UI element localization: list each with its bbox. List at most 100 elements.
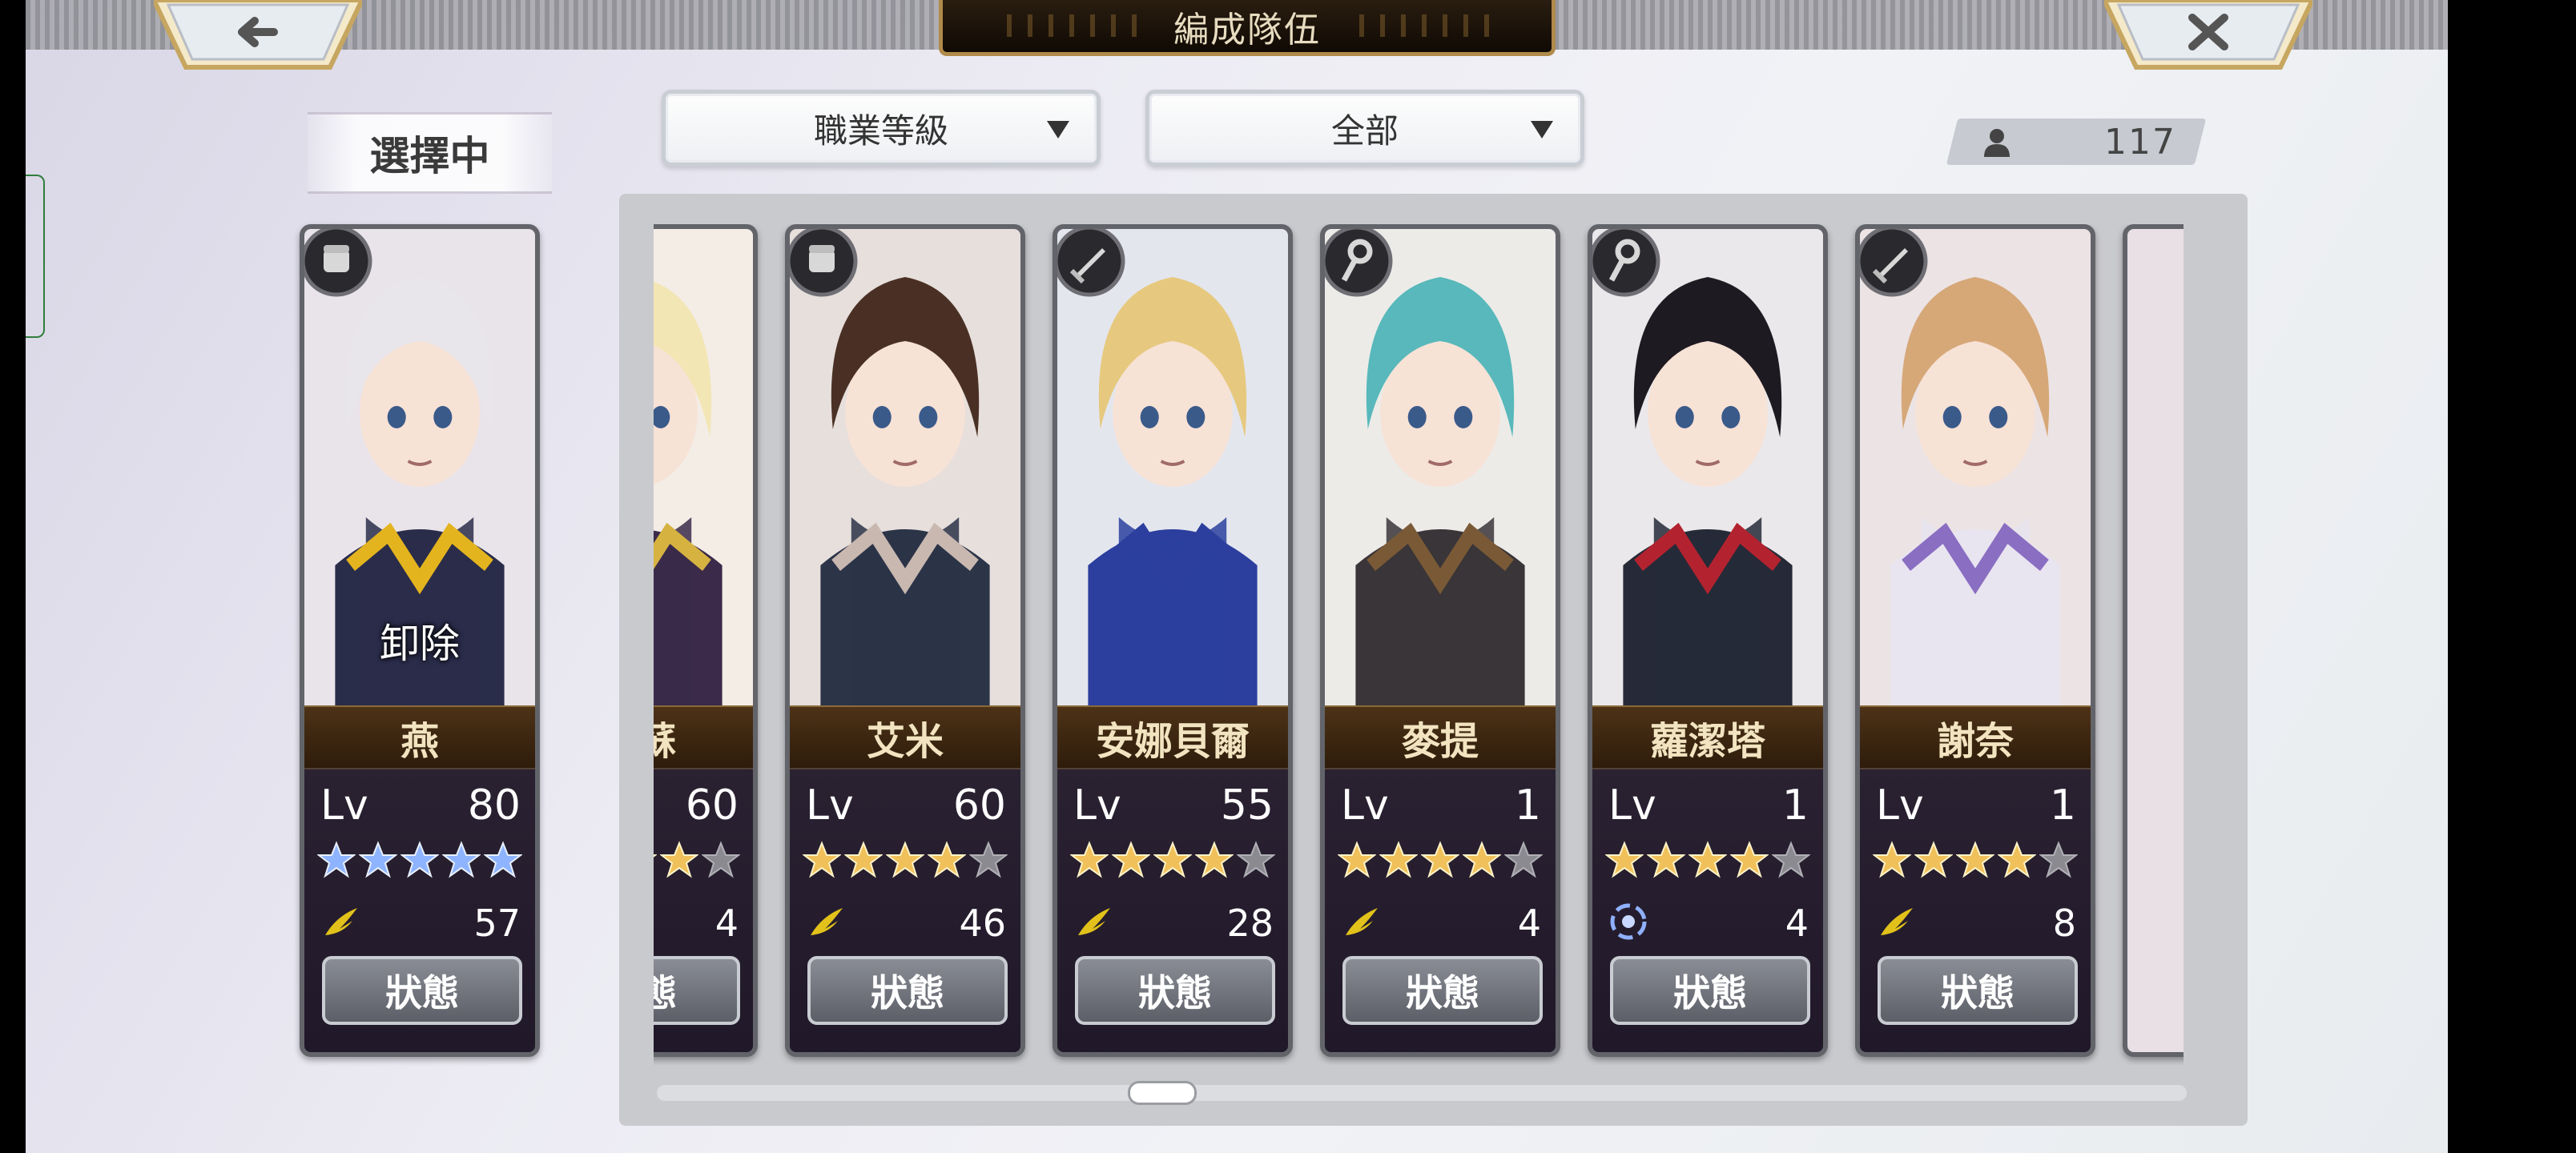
stat-value: 4: [1517, 902, 1541, 945]
character-card[interactable]: 謝奈 Lv 1 8 狀態: [1855, 224, 2095, 1057]
character-portrait: [1325, 229, 1556, 709]
remove-label: 卸除: [380, 621, 460, 667]
letterbox-bar: [2448, 0, 2576, 1153]
character-card[interactable]: 艾米 Lv 60 46 狀態: [785, 224, 1025, 1057]
selected-character-card[interactable]: 卸除 燕 Lv 80 57 狀態: [300, 224, 540, 1057]
stat-value: 4: [714, 902, 739, 945]
rarity-stars: [1338, 841, 1543, 879]
status-button[interactable]: 狀態: [807, 956, 1008, 1025]
close-button[interactable]: [2104, 0, 2312, 70]
status-button-label: 狀態: [871, 971, 944, 1014]
character-card[interactable]: 米蘇 Lv 60 4 狀態: [654, 224, 758, 1057]
wind-icon: [1346, 908, 1378, 935]
star-filled-icon: [484, 841, 522, 878]
star-filled-icon: [1914, 841, 1953, 878]
level-label: Lv: [1341, 781, 1389, 830]
status-button[interactable]: 狀態: [654, 956, 740, 1025]
star-empty-icon: [2039, 841, 2078, 878]
level-label: Lv: [320, 781, 368, 830]
star-filled-icon: [442, 841, 481, 878]
level-label: Lv: [1608, 781, 1656, 830]
name-band: 謝奈: [1860, 705, 2091, 769]
wind-icon: [325, 908, 357, 935]
character-card-partial[interactable]: [2123, 224, 2184, 1057]
dropdown-arrow-icon: [1531, 121, 1553, 139]
fist-icon: [304, 229, 372, 297]
star-filled-icon: [844, 841, 883, 878]
star-filled-icon: [1112, 841, 1150, 878]
status-button-label: 狀態: [1138, 971, 1212, 1014]
star-filled-icon: [1153, 841, 1192, 878]
banner-ornament: [991, 14, 1151, 37]
status-button[interactable]: 狀態: [1342, 956, 1543, 1025]
star-filled-icon: [400, 841, 439, 878]
star-empty-icon: [1237, 841, 1275, 878]
character-card[interactable]: 麥提 Lv 1 4 狀態: [1320, 224, 1560, 1057]
sword-icon: [1057, 229, 1125, 297]
star-filled-icon: [654, 854, 657, 858]
level-value: 60: [952, 781, 1006, 830]
star-filled-icon: [1998, 841, 2036, 878]
character-name: 謝奈: [1936, 719, 2014, 764]
status-button[interactable]: 狀態: [1075, 956, 1275, 1025]
star-filled-icon: [1421, 841, 1459, 878]
banner-ornament: [1343, 14, 1503, 37]
star-empty-icon: [1772, 841, 1810, 878]
name-band: 艾米: [790, 705, 1020, 769]
star-filled-icon: [1688, 841, 1727, 878]
name-band: 米蘇: [654, 705, 753, 769]
character-name: 麥提: [1401, 719, 1479, 764]
star-filled-icon: [1338, 841, 1376, 878]
character-name: 燕: [400, 719, 439, 764]
sort-dropdown[interactable]: 職業等級: [662, 90, 1101, 167]
character-card[interactable]: 蘿潔塔 Lv 1 4 狀態: [1588, 224, 1828, 1057]
stat-value: 46: [959, 902, 1006, 945]
character-portrait: [654, 229, 753, 709]
scrollbar-thumb[interactable]: [1128, 1081, 1197, 1105]
staff-icon: [1592, 229, 1660, 297]
name-band: 燕: [304, 705, 535, 769]
sort-dropdown-value: 職業等級: [813, 110, 948, 151]
back-button[interactable]: [154, 0, 362, 70]
level-label: Lv: [1073, 781, 1121, 830]
star-empty-icon: [969, 841, 1008, 878]
character-card[interactable]: 安娜貝爾 Lv 55 28 狀態: [1053, 224, 1293, 1057]
edge-marker: [26, 175, 45, 338]
character-portrait: [1057, 229, 1288, 709]
status-button-label: 狀態: [1941, 971, 2015, 1014]
rarity-stars: [1873, 841, 2078, 879]
star-filled-icon: [1873, 841, 1911, 878]
stat-value: 57: [473, 902, 521, 945]
scrollbar-track[interactable]: [657, 1085, 2187, 1101]
star-filled-icon: [1730, 841, 1769, 878]
rarity-stars: [654, 841, 740, 879]
status-button[interactable]: 狀態: [322, 956, 522, 1025]
name-band: 蘿潔塔: [1592, 705, 1823, 769]
status-button[interactable]: 狀態: [1610, 956, 1810, 1025]
stat-value: 28: [1226, 902, 1274, 945]
status-button[interactable]: 狀態: [1878, 956, 2078, 1025]
fist-icon: [790, 229, 858, 297]
staff-icon: [1325, 229, 1393, 297]
character-name: 蘿潔塔: [1649, 719, 1765, 764]
star-filled-icon: [803, 841, 841, 878]
close-icon: [2104, 0, 2312, 70]
character-portrait: [790, 229, 1020, 709]
character-name: 艾米: [866, 719, 944, 764]
level-label: Lv: [806, 781, 854, 830]
level-value: 80: [467, 781, 521, 830]
level-value: 60: [685, 781, 739, 830]
star-filled-icon: [359, 841, 397, 878]
character-portrait: [1860, 229, 2091, 709]
star-filled-icon: [1605, 841, 1644, 878]
star-filled-icon: [317, 841, 356, 878]
filter-dropdown[interactable]: 全部: [1145, 90, 1584, 167]
selected-label: 選擇中: [308, 112, 552, 194]
wind-icon: [1078, 908, 1110, 935]
title-banner: 編成隊伍: [939, 0, 1556, 56]
character-name: 米蘇: [654, 709, 676, 765]
star-filled-icon: [1956, 841, 1994, 878]
stat-value: 8: [2052, 902, 2076, 945]
name-band: 安娜貝爾: [1057, 705, 1288, 769]
roster-list[interactable]: 米蘇 Lv 60 4 狀態 艾米 Lv 60: [654, 224, 2184, 1065]
